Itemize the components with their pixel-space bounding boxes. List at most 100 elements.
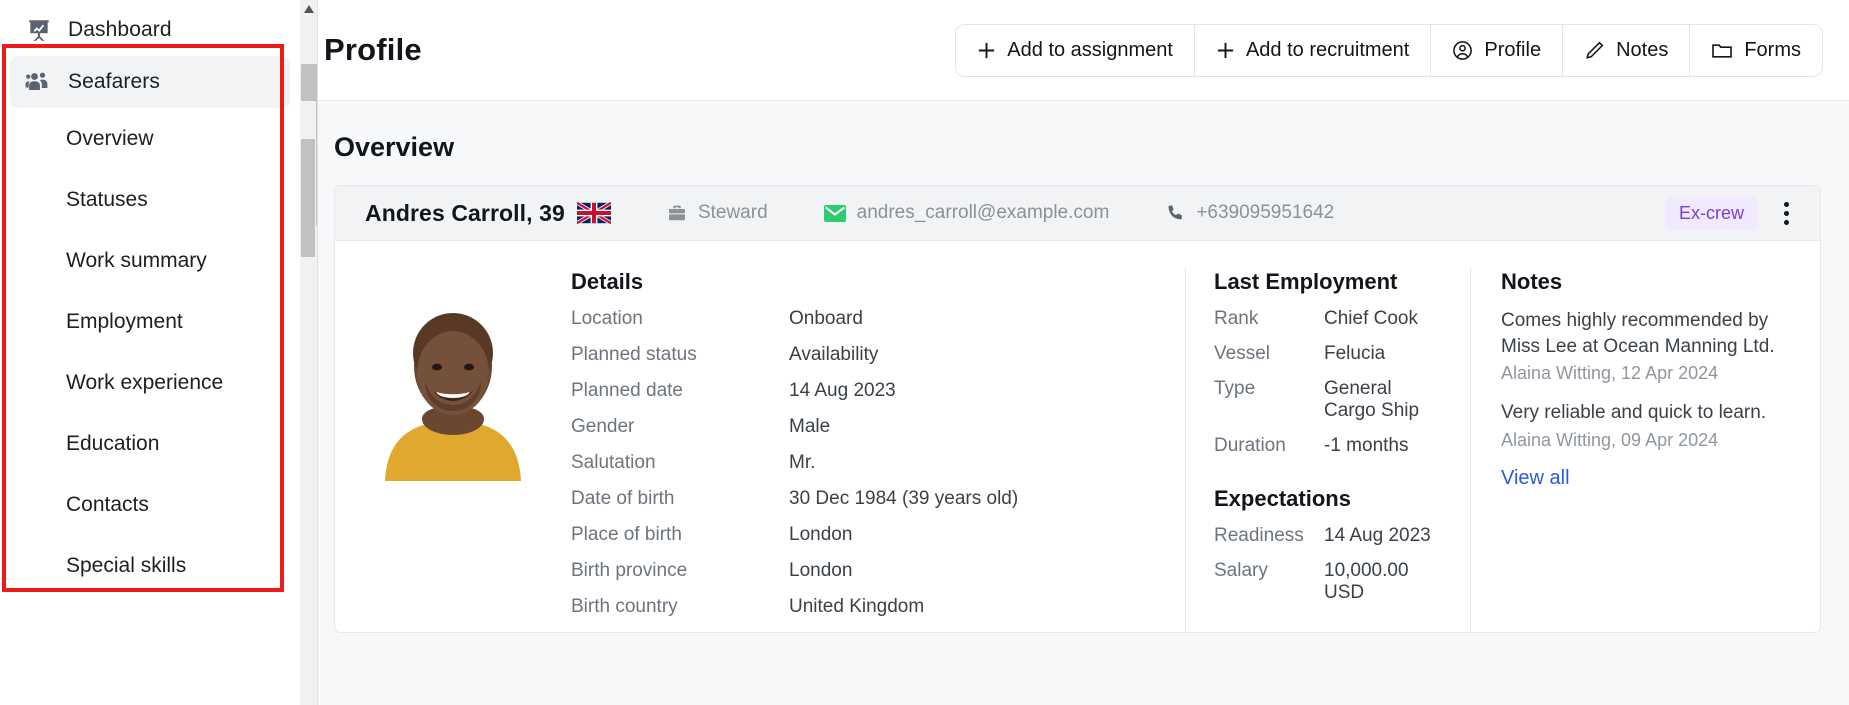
detail-label: Planned date — [571, 380, 683, 401]
note-author: Alaina Witting, 09 Apr 2024 — [1501, 429, 1719, 450]
detail-value: 14 Aug 2023 — [789, 380, 896, 401]
app-root: Dashboard Seafarers Overview Statuses Wo… — [0, 0, 1849, 705]
scroll-up-arrow-icon[interactable] — [300, 0, 318, 18]
employment-label: Type — [1214, 378, 1256, 399]
united-kingdom-flag-icon — [576, 202, 611, 224]
detail-row: Birth province London — [571, 560, 1185, 582]
employment-value: General Cargo Ship — [1324, 378, 1420, 421]
expectations-heading: Expectations — [1214, 486, 1351, 511]
sidebar-item-contacts[interactable]: Contacts — [0, 474, 300, 535]
employment-row: Type General Cargo Ship — [1214, 378, 1470, 422]
expectation-row: Readiness 14 Aug 2023 — [1214, 525, 1470, 547]
notes-heading: Notes — [1501, 269, 1563, 294]
pencil-icon — [1584, 40, 1605, 61]
note-item: Comes highly recommended by Miss Lee at … — [1501, 308, 1796, 384]
button-label: Notes — [1616, 38, 1669, 61]
button-label: Add to recruitment — [1245, 38, 1410, 61]
employment-row: Vessel Felucia — [1214, 343, 1470, 365]
sidebar-item-work-experience[interactable]: Work experience — [0, 352, 300, 413]
add-to-recruitment-button[interactable]: Add to recruitment — [1194, 24, 1432, 76]
email-meta: andres_carroll@example.com — [823, 202, 1110, 224]
profile-card: Andres Carroll, 39 Steward andres_carrol… — [334, 185, 1821, 633]
detail-row: Date of birth 30 Dec 1984 (39 years old) — [571, 488, 1185, 510]
section-title: Overview — [334, 132, 455, 162]
detail-label: Gender — [571, 416, 635, 437]
email-label: andres_carroll@example.com — [856, 202, 1110, 223]
sidebar-nav: Dashboard Seafarers Overview Statuses Wo… — [0, 0, 300, 596]
sidebar-item-employment[interactable]: Employment — [0, 291, 300, 352]
content-scrollbar-thumb[interactable] — [301, 139, 315, 257]
content-inner: Overview Andres Carroll, 39 Steward andr… — [316, 132, 1849, 633]
top-toolbar: Profile Add to assignment Add to recruit… — [300, 0, 1849, 101]
avatar-column — [335, 267, 571, 632]
avatar — [367, 269, 539, 481]
detail-label: Birth country — [571, 596, 678, 617]
detail-label: Place of birth — [571, 524, 682, 545]
profile-card-body: Details Location Onboard Planned status Av… — [335, 241, 1820, 632]
employment-row: Duration -1 months — [1214, 435, 1470, 457]
forms-button[interactable]: Forms — [1690, 24, 1822, 76]
profile-button[interactable]: Profile — [1431, 24, 1564, 76]
sidebar-item-dashboard[interactable]: Dashboard — [10, 4, 290, 56]
add-to-assignment-button[interactable]: Add to assignment — [956, 24, 1195, 76]
sidebar-item-statuses[interactable]: Statuses — [0, 169, 300, 230]
phone-icon — [1165, 203, 1185, 223]
button-label: Add to assignment — [1007, 38, 1173, 61]
more-options-icon[interactable] — [1766, 193, 1806, 233]
role-meta: Steward — [667, 202, 768, 224]
sidebar-item-label: Dashboard — [68, 18, 172, 41]
employment-label: Vessel — [1214, 343, 1270, 364]
employment-value: Felucia — [1324, 343, 1386, 364]
detail-label: Salutation — [571, 452, 656, 473]
sidebar-item-special-skills[interactable]: Special skills — [0, 535, 300, 596]
note-text: Comes highly recommended by Miss Lee at … — [1501, 310, 1775, 358]
user-circle-icon — [1452, 40, 1473, 61]
plus-icon — [1216, 41, 1235, 60]
details-heading: Details — [571, 269, 644, 294]
employment-label: Duration — [1214, 435, 1286, 456]
detail-value: Mr. — [789, 452, 816, 473]
detail-row: Birth country United Kingdom — [571, 596, 1185, 618]
employment-value: Chief Cook — [1324, 308, 1418, 329]
column-gap — [1214, 470, 1470, 486]
status-badge: Ex-crew — [1664, 196, 1758, 230]
toolbar-button-group: Add to assignment Add to recruitment Pro… — [955, 23, 1823, 77]
content-scrollbar[interactable] — [300, 101, 316, 705]
expectation-value: 14 Aug 2023 — [1324, 525, 1431, 546]
button-label: Forms — [1744, 38, 1801, 61]
detail-label: Planned status — [571, 344, 697, 365]
detail-value: London — [789, 560, 853, 581]
phone-label: +639095951642 — [1196, 202, 1335, 223]
person-name: Andres Carroll, 39 — [365, 199, 565, 226]
sidebar: Dashboard Seafarers Overview Statuses Wo… — [0, 0, 300, 705]
detail-value: Availability — [789, 344, 879, 365]
employment-label: Rank — [1214, 308, 1259, 329]
details-column: Details Location Onboard Planned status Av… — [571, 267, 1185, 632]
content-area: Overview Andres Carroll, 39 Steward andr… — [300, 101, 1849, 705]
expectation-value: 10,000.00 USD — [1324, 560, 1409, 603]
notes-button[interactable]: Notes — [1563, 24, 1691, 76]
detail-value: London — [789, 524, 853, 545]
detail-label: Location — [571, 308, 643, 329]
expectation-row: Salary 10,000.00 USD — [1214, 560, 1470, 604]
detail-label: Date of birth — [571, 488, 675, 509]
sidebar-item-seafarers[interactable]: Seafarers — [10, 56, 290, 108]
detail-row: Planned date 14 Aug 2023 — [571, 380, 1185, 402]
last-employment-heading: Last Employment — [1214, 269, 1398, 294]
detail-row: Place of birth London — [571, 524, 1185, 546]
plus-icon — [977, 41, 996, 60]
sidebar-item-label: Seafarers — [68, 70, 160, 93]
sidebar-item-overview[interactable]: Overview — [0, 108, 300, 169]
dashboard-icon — [22, 15, 56, 45]
sidebar-item-education[interactable]: Education — [0, 413, 300, 474]
folder-icon — [1711, 40, 1733, 60]
sidebar-item-work-summary[interactable]: Work summary — [0, 230, 300, 291]
main-area: Profile Add to assignment Add to recruit… — [300, 0, 1849, 705]
employment-column: Last Employment Rank Chief Cook Vessel Fel… — [1185, 267, 1470, 632]
employment-row: Rank Chief Cook — [1214, 308, 1470, 330]
view-all-notes-link[interactable]: View all — [1501, 467, 1796, 490]
detail-row: Salutation Mr. — [571, 452, 1185, 474]
envelope-icon — [823, 204, 846, 222]
detail-row: Location Onboard — [571, 308, 1185, 330]
note-item: Very reliable and quick to learn. Alaina… — [1501, 400, 1796, 450]
